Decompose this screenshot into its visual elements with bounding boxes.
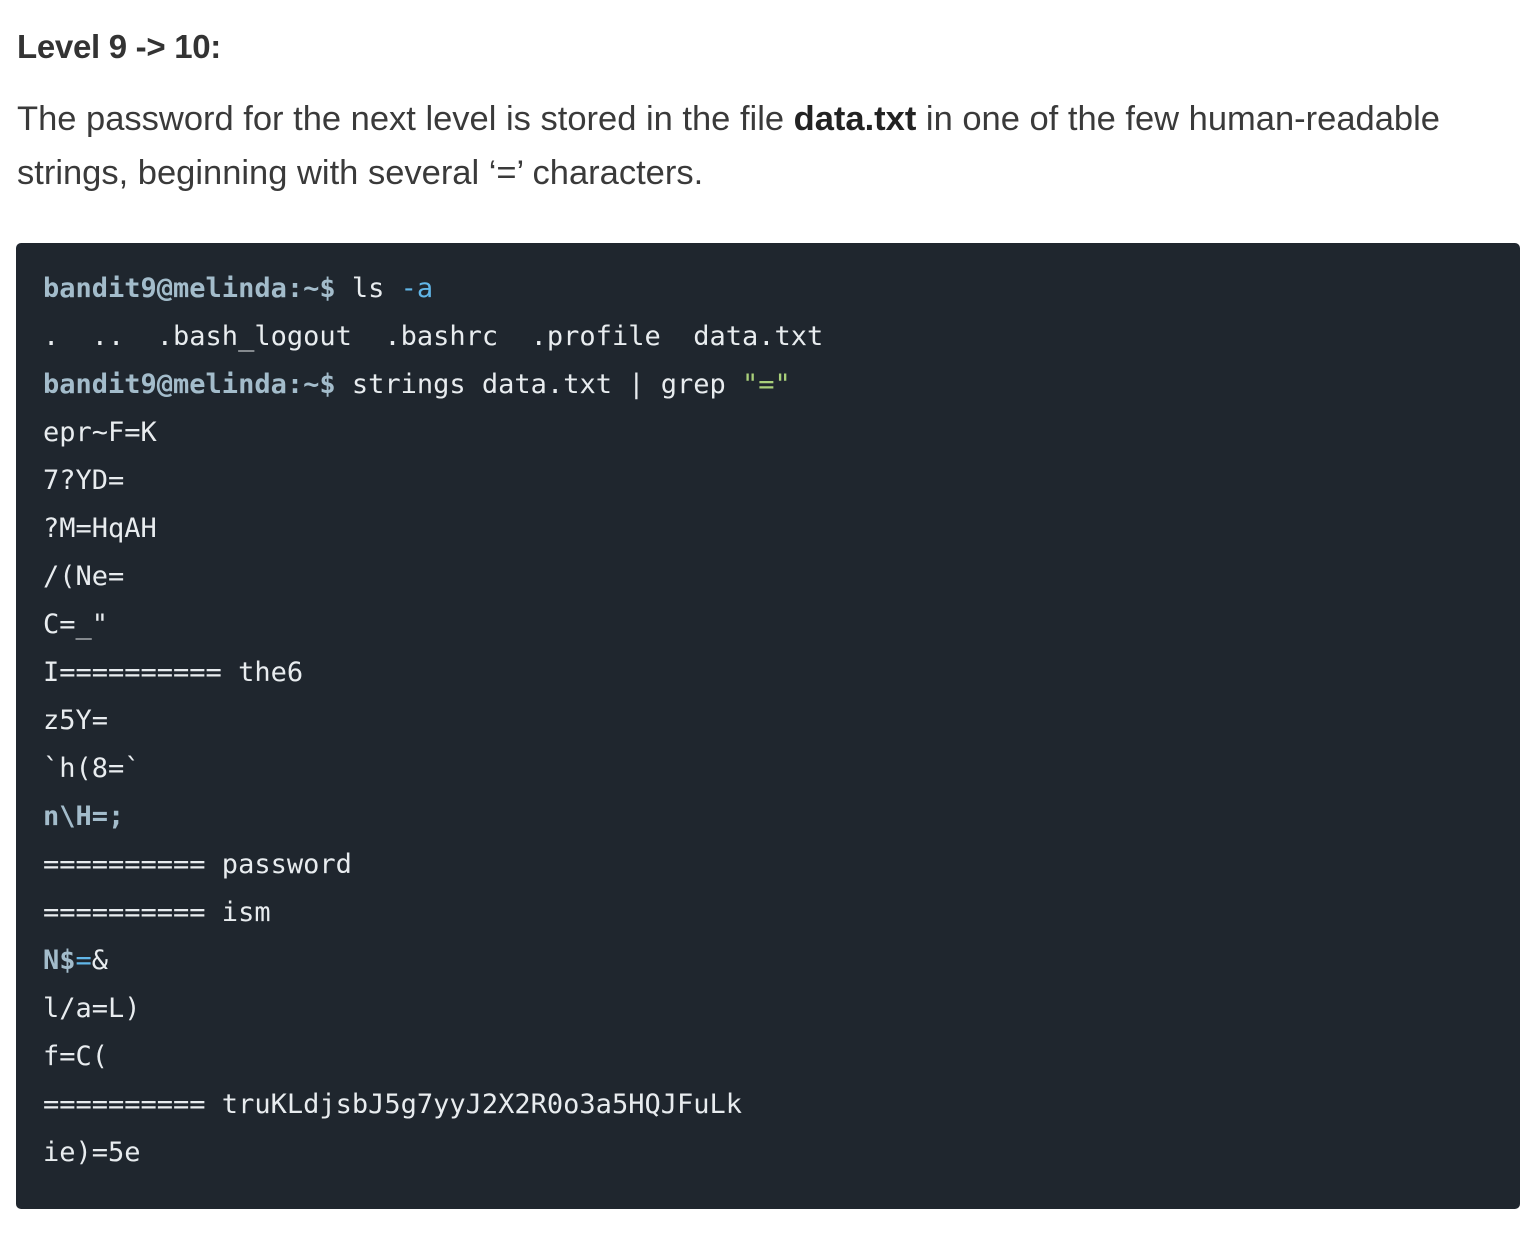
- level-heading: Level 9 -> 10:: [17, 28, 221, 65]
- command-flag: -a: [400, 273, 434, 304]
- output-line: C=_": [43, 609, 109, 640]
- command-string-arg: "=": [742, 369, 791, 400]
- output-line: ========== ism: [43, 897, 271, 928]
- level-description: The password for the next level is store…: [17, 92, 1522, 200]
- output-fragment: =: [75, 945, 92, 976]
- terminal-line-strings-command: bandit9@melinda:~$ strings data.txt | gr…: [43, 361, 1520, 409]
- output-line: 7?YD=: [43, 465, 125, 496]
- output-line: ie)=5e: [43, 1137, 141, 1168]
- output-fragment: &: [91, 945, 109, 976]
- terminal-code-block: bandit9@melinda:~$ ls -a . .. .bash_logo…: [16, 243, 1520, 1209]
- output-line: N$=&: [43, 937, 1520, 985]
- command-text: strings data.txt | grep: [351, 369, 726, 400]
- command-name: ls: [351, 273, 385, 304]
- output-line: l/a=L): [43, 993, 141, 1024]
- output-line-password: ========== truKLdjsbJ5g7yyJ2X2R0o3a5HQJF…: [43, 1089, 742, 1120]
- description-text-before: The password for the next level is store…: [17, 100, 794, 138]
- terminal-line-ls-output: . .. .bash_logout .bashrc .profile data.…: [43, 321, 824, 352]
- shell-prompt: bandit9@melinda:~$: [43, 369, 336, 400]
- output-line: `h(8=`: [43, 753, 141, 784]
- output-line: f=C(: [43, 1041, 109, 1072]
- output-line: z5Y=: [43, 705, 109, 736]
- shell-prompt: bandit9@melinda:~$: [43, 273, 336, 304]
- output-line: /(Ne=: [43, 561, 125, 592]
- output-line: ?M=HqAH: [43, 513, 157, 544]
- output-line: I========== the6: [43, 657, 304, 688]
- output-line: n\H=;: [43, 801, 125, 832]
- description-filename: data.txt: [793, 100, 917, 138]
- output-line: ========== password: [43, 849, 352, 880]
- terminal-line-ls-command: bandit9@melinda:~$ ls -a: [43, 265, 1520, 313]
- output-fragment: N$: [43, 945, 76, 976]
- output-line: epr~F=K: [43, 417, 157, 448]
